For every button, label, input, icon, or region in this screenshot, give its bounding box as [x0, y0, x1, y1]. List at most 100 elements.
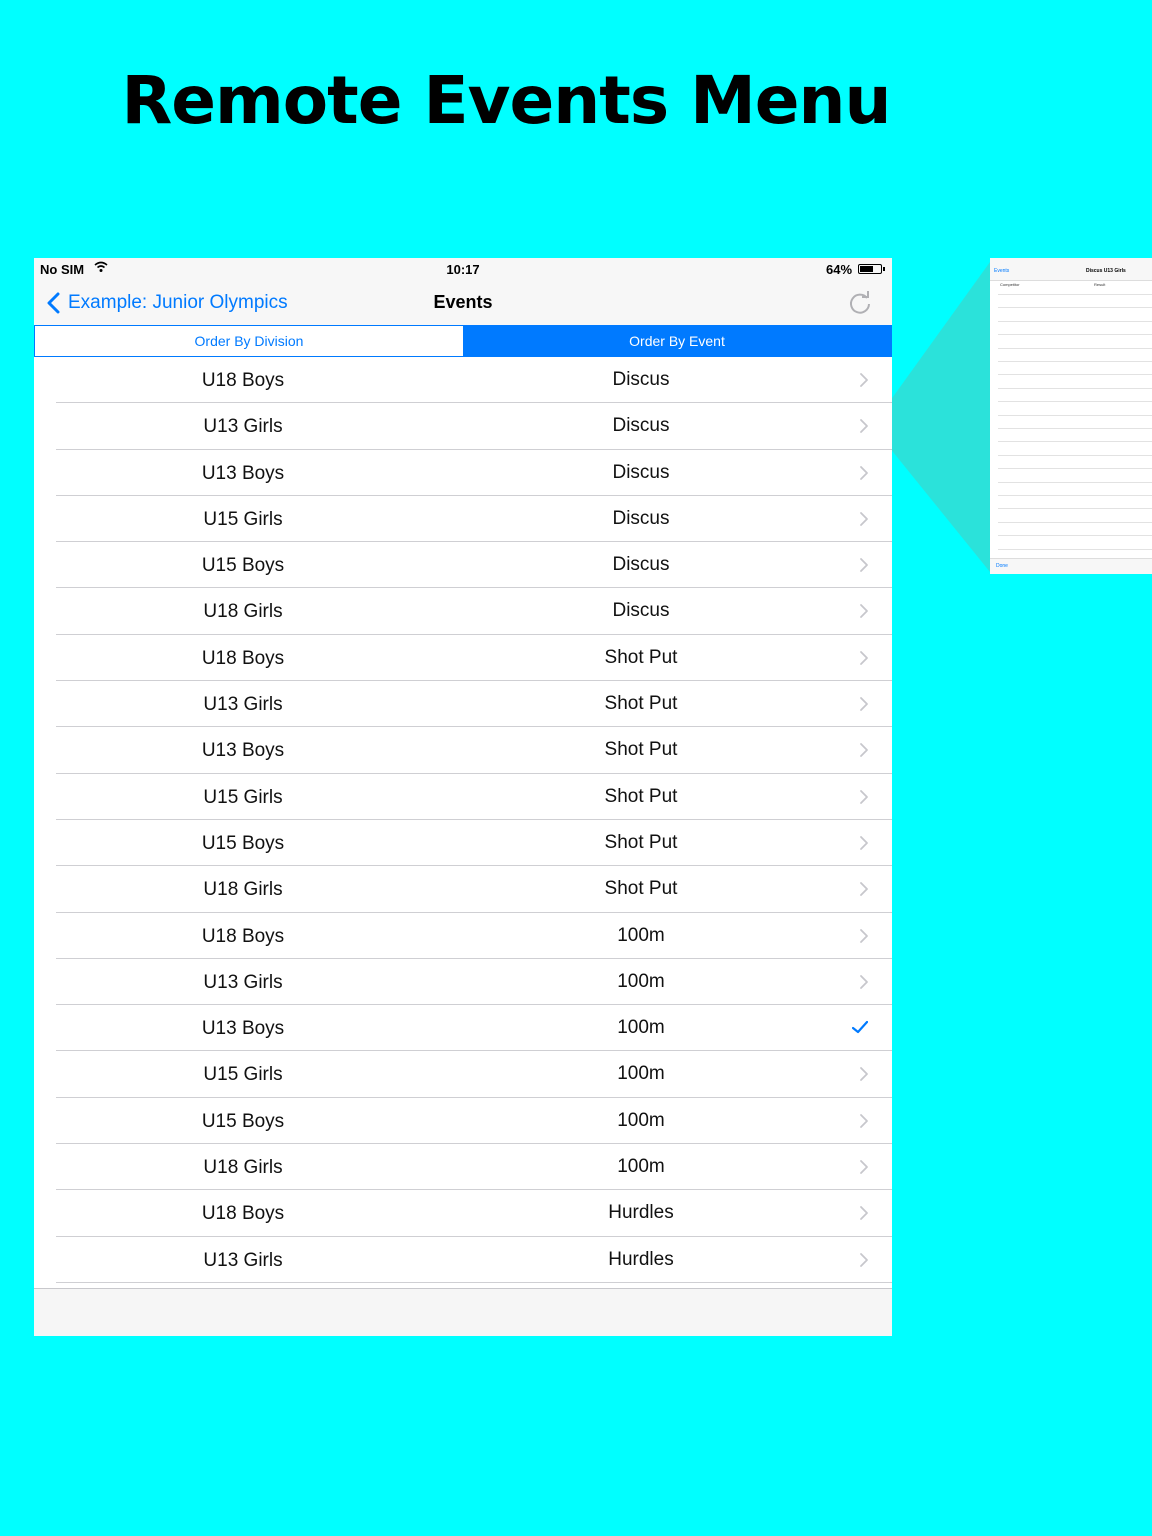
chevron-right-icon: [858, 1205, 870, 1221]
row-division: U18 Girls: [203, 879, 283, 901]
thumb-row-line: [998, 441, 1152, 443]
table-row[interactable]: U13 Boys 100m: [34, 1005, 892, 1052]
chevron-right-icon: [858, 742, 870, 758]
chevron-right-icon: [858, 1252, 870, 1268]
table-row[interactable]: U13 Boys Shot Put: [34, 727, 892, 774]
battery-icon: [858, 264, 885, 274]
row-event: Shot Put: [604, 831, 678, 853]
thumb-row-line: [998, 387, 1152, 389]
row-event: 100m: [617, 970, 665, 992]
row-event: 100m: [617, 924, 665, 946]
thumb-done-button: Done: [996, 563, 1008, 569]
row-division: U18 Boys: [201, 647, 285, 669]
chevron-right-icon: [858, 696, 870, 712]
detail-preview-thumbnail: Events Discus U13 Girls Competitor Resul…: [990, 258, 1152, 574]
table-row[interactable]: U13 Girls Shot Put: [34, 681, 892, 728]
refresh-icon[interactable]: [847, 291, 873, 317]
thumb-column-result: Result: [1094, 282, 1106, 287]
table-row[interactable]: U18 Boys 100m: [34, 913, 892, 959]
thumb-row-line: [998, 414, 1152, 416]
status-bar: No SIM 10:17 64%: [34, 258, 892, 282]
clock: 10:17: [446, 262, 480, 277]
row-event: Discus: [612, 461, 670, 483]
events-table: U18 Boys Discus U13 Girls Discus U13 Boys Dis…: [34, 357, 892, 1283]
thumb-status-bar: [990, 258, 1152, 266]
headline: Remote Events Menu: [121, 62, 891, 139]
navigation-bar: Example: Junior Olympics Events: [34, 282, 892, 326]
thumb-back-button: Events: [994, 268, 1010, 274]
row-event: 100m: [617, 1063, 665, 1085]
chevron-right-icon: [858, 511, 870, 527]
row-division: U13 Girls: [203, 1249, 283, 1271]
table-row[interactable]: U18 Girls Discus: [34, 588, 892, 635]
chevron-right-icon: [858, 603, 870, 619]
row-event: Shot Put: [604, 878, 678, 900]
row-division: U13 Boys: [201, 462, 285, 484]
thumb-toolbar: [990, 558, 1152, 574]
row-division: U15 Boys: [201, 1110, 285, 1132]
thumb-row-line: [998, 294, 1152, 295]
table-row[interactable]: U18 Boys Shot Put: [34, 635, 892, 682]
table-row[interactable]: U13 Girls Hurdles: [34, 1237, 892, 1283]
table-row[interactable]: U18 Girls Shot Put: [34, 866, 892, 913]
thumb-row-line: [998, 521, 1152, 523]
table-row[interactable]: U15 Girls 100m: [34, 1051, 892, 1098]
chevron-right-icon: [858, 465, 870, 481]
page-title: Events: [433, 292, 493, 312]
table-row[interactable]: U18 Boys Discus: [34, 357, 892, 404]
row-event: Discus: [612, 600, 670, 622]
chevron-right-icon: [858, 372, 870, 388]
row-division: U13 Girls: [203, 971, 283, 993]
thumb-row-line: [998, 495, 1152, 496]
thumb-row-line: [998, 508, 1152, 510]
bottom-toolbar: [34, 1288, 892, 1336]
table-row[interactable]: U15 Boys 100m: [34, 1098, 892, 1145]
row-division: U18 Girls: [203, 601, 283, 623]
thumb-row-line: [998, 334, 1152, 336]
row-division: U15 Boys: [201, 555, 285, 577]
row-division: U18 Boys: [201, 1203, 285, 1225]
row-event: Discus: [612, 415, 670, 437]
chevron-right-icon: [858, 1066, 870, 1082]
order-segmented-control: Order By Division Order By Event: [34, 325, 892, 357]
row-division: U18 Boys: [201, 925, 285, 947]
thumb-row-line: [998, 374, 1152, 376]
row-event: Shot Put: [604, 785, 678, 807]
row-event: Shot Put: [604, 739, 678, 761]
thumb-title: Discus U13 Girls: [1086, 268, 1126, 274]
thumb-row-line: [998, 548, 1152, 550]
table-row[interactable]: U15 Girls Discus: [34, 496, 892, 543]
thumb-row-line: [998, 361, 1152, 362]
row-division: U18 Girls: [203, 1157, 283, 1179]
table-row[interactable]: U18 Girls 100m: [34, 1144, 892, 1191]
table-row[interactable]: U13 Girls 100m: [34, 959, 892, 1006]
row-event: Discus: [612, 507, 670, 529]
table-row[interactable]: U13 Boys Discus: [34, 450, 892, 496]
row-division: U15 Girls: [203, 508, 283, 530]
row-event: Shot Put: [604, 646, 678, 668]
segment-order-by-event[interactable]: Order By Event: [463, 326, 891, 356]
row-division: U13 Boys: [201, 1018, 285, 1040]
row-division: U18 Boys: [201, 370, 285, 391]
table-row[interactable]: U13 Girls Discus: [34, 403, 892, 450]
table-row[interactable]: U15 Boys Discus: [34, 542, 892, 589]
chevron-right-icon: [858, 789, 870, 805]
row-event: Shot Put: [604, 693, 678, 715]
segment-order-by-division[interactable]: Order By Division: [35, 326, 463, 356]
row-division: U13 Girls: [203, 416, 283, 438]
chevron-right-icon: [858, 650, 870, 666]
row-event: Discus: [612, 369, 670, 390]
chevron-right-icon: [858, 928, 870, 944]
table-row[interactable]: U18 Boys Hurdles: [34, 1190, 892, 1237]
thumb-row-line: [998, 468, 1152, 470]
row-event: 100m: [617, 1109, 665, 1131]
table-row[interactable]: U15 Boys Shot Put: [34, 820, 892, 867]
thumb-column-competitor: Competitor: [1000, 282, 1020, 287]
table-row[interactable]: U15 Girls Shot Put: [34, 774, 892, 820]
checkmark-icon: [851, 1020, 869, 1036]
row-division: U13 Boys: [201, 740, 285, 762]
chevron-right-icon: [858, 881, 870, 897]
row-event: Hurdles: [608, 1202, 674, 1224]
thumb-row-line: [998, 454, 1152, 456]
chevron-right-icon: [858, 974, 870, 990]
